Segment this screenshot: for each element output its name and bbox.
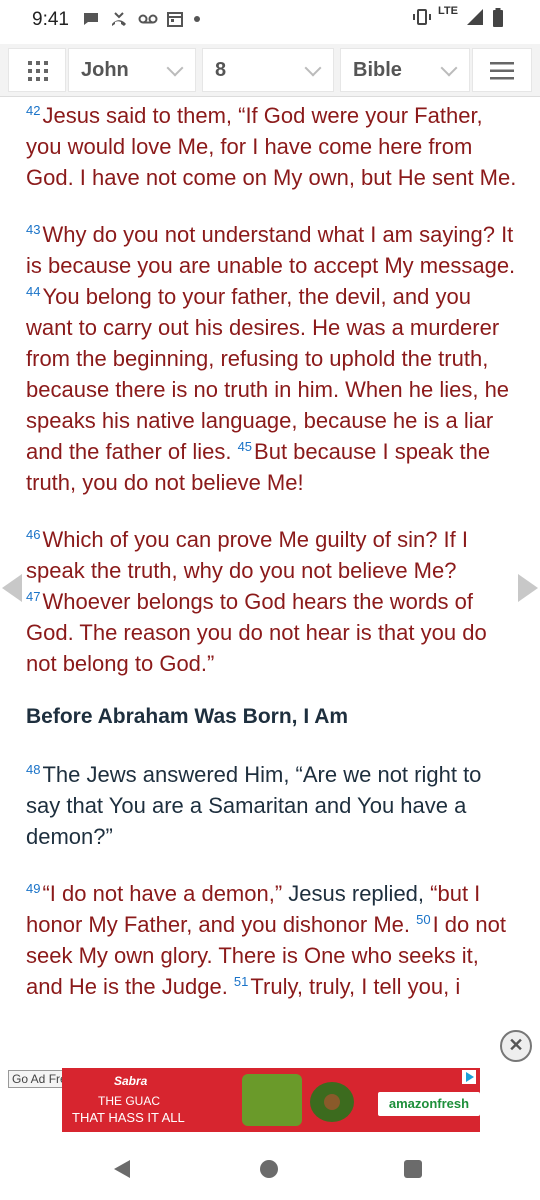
ad-headline: THE GUAC: [98, 1094, 161, 1108]
dot-icon: [194, 16, 200, 22]
voicemail-icon: [138, 10, 158, 28]
verse-text: “I do not have a demon,”: [42, 881, 283, 906]
notification-icons: [82, 10, 200, 28]
verse-number[interactable]: 44: [26, 284, 40, 299]
version-label: Bible: [353, 59, 402, 81]
ad-partner-logo: amazonfresh: [378, 1092, 480, 1116]
verse-text: Which of you can prove Me guilty of sin?…: [26, 527, 468, 583]
verse-text: Whoever belongs to God hears the words o…: [26, 589, 487, 676]
guacamole-bowl-image: [242, 1074, 302, 1126]
home-icon[interactable]: [260, 1160, 278, 1178]
verse-text: You belong to your father, the devil, an…: [26, 284, 510, 464]
chevron-down-icon: [304, 59, 322, 77]
menu-icon: [490, 62, 514, 85]
bible-nav-bar: John 8 Bible: [0, 44, 540, 97]
book-select[interactable]: John: [68, 48, 196, 92]
calendar-icon: [166, 10, 184, 28]
chevron-down-icon: [166, 59, 184, 77]
next-chapter-arrow-icon[interactable]: [518, 574, 538, 602]
paragraph: 43Why do you not understand what I am sa…: [26, 219, 520, 498]
scripture-content: 42Jesus said to them, “If God were your …: [26, 100, 520, 1028]
verse-number[interactable]: 49: [26, 881, 40, 896]
ad-tagline: THAT HASS IT ALL: [72, 1110, 185, 1125]
vibrate-icon: [412, 8, 432, 26]
signal-icon: [466, 8, 484, 26]
paragraph: 48The Jews answered Him, “Are we not rig…: [26, 759, 520, 852]
status-time: 9:41: [32, 9, 69, 30]
ad-close-button[interactable]: ✕: [500, 1030, 532, 1062]
previous-chapter-arrow-icon[interactable]: [2, 574, 22, 602]
verse-number[interactable]: 48: [26, 762, 40, 777]
ad-brand: Sabra: [114, 1074, 148, 1088]
verse-number[interactable]: 42: [26, 103, 40, 118]
verse-text: The Jews answered Him, “Are we not right…: [26, 762, 482, 849]
battery-icon: [492, 8, 510, 27]
android-nav-bar: [0, 1136, 540, 1200]
verse-number[interactable]: 50: [416, 912, 430, 927]
chevron-down-icon: [440, 59, 458, 77]
chapter-label: 8: [215, 59, 227, 81]
message-icon: [82, 10, 100, 28]
book-label: John: [81, 59, 129, 81]
chapter-select[interactable]: 8: [202, 48, 334, 92]
back-icon[interactable]: [114, 1160, 130, 1178]
verse-number[interactable]: 43: [26, 222, 40, 237]
paragraph: 49“I do not have a demon,” Jesus replied…: [26, 878, 520, 1002]
network-type: LTE: [438, 5, 458, 17]
status-bar: 9:41 LTE: [0, 0, 540, 40]
grid-menu-button[interactable]: [8, 48, 66, 92]
paragraph: 42Jesus said to them, “If God were your …: [26, 100, 520, 193]
verse-number[interactable]: 51: [234, 974, 248, 989]
verse-text: Truly, truly, I tell you, i: [250, 974, 461, 999]
verse-number[interactable]: 45: [238, 439, 252, 454]
verse-text: Jesus said to them, “If God were your Fa…: [26, 103, 517, 190]
ad-area: Go Ad Free Sabra THE GUAC THAT HASS IT A…: [0, 1066, 540, 1134]
verse-text: Why do you not understand what I am sayi…: [26, 222, 516, 278]
hamburger-menu-button[interactable]: [472, 48, 532, 92]
grid-icon: [28, 61, 48, 86]
recent-apps-icon[interactable]: [404, 1160, 422, 1178]
ad-choices-icon[interactable]: [462, 1070, 476, 1084]
section-heading: Before Abraham Was Born, I Am: [26, 705, 349, 728]
verse-text: Jesus replied,: [282, 881, 431, 906]
verse-number[interactable]: 46: [26, 527, 40, 542]
paragraph: 46Which of you can prove Me guilty of si…: [26, 524, 520, 679]
missed-call-icon: [110, 10, 128, 28]
ad-banner[interactable]: Sabra THE GUAC THAT HASS IT ALL amazonfr…: [62, 1068, 480, 1132]
avocado-pit-image: [324, 1094, 340, 1110]
system-icons: LTE: [412, 5, 510, 27]
verse-number[interactable]: 47: [26, 589, 40, 604]
version-select[interactable]: Bible: [340, 48, 470, 92]
